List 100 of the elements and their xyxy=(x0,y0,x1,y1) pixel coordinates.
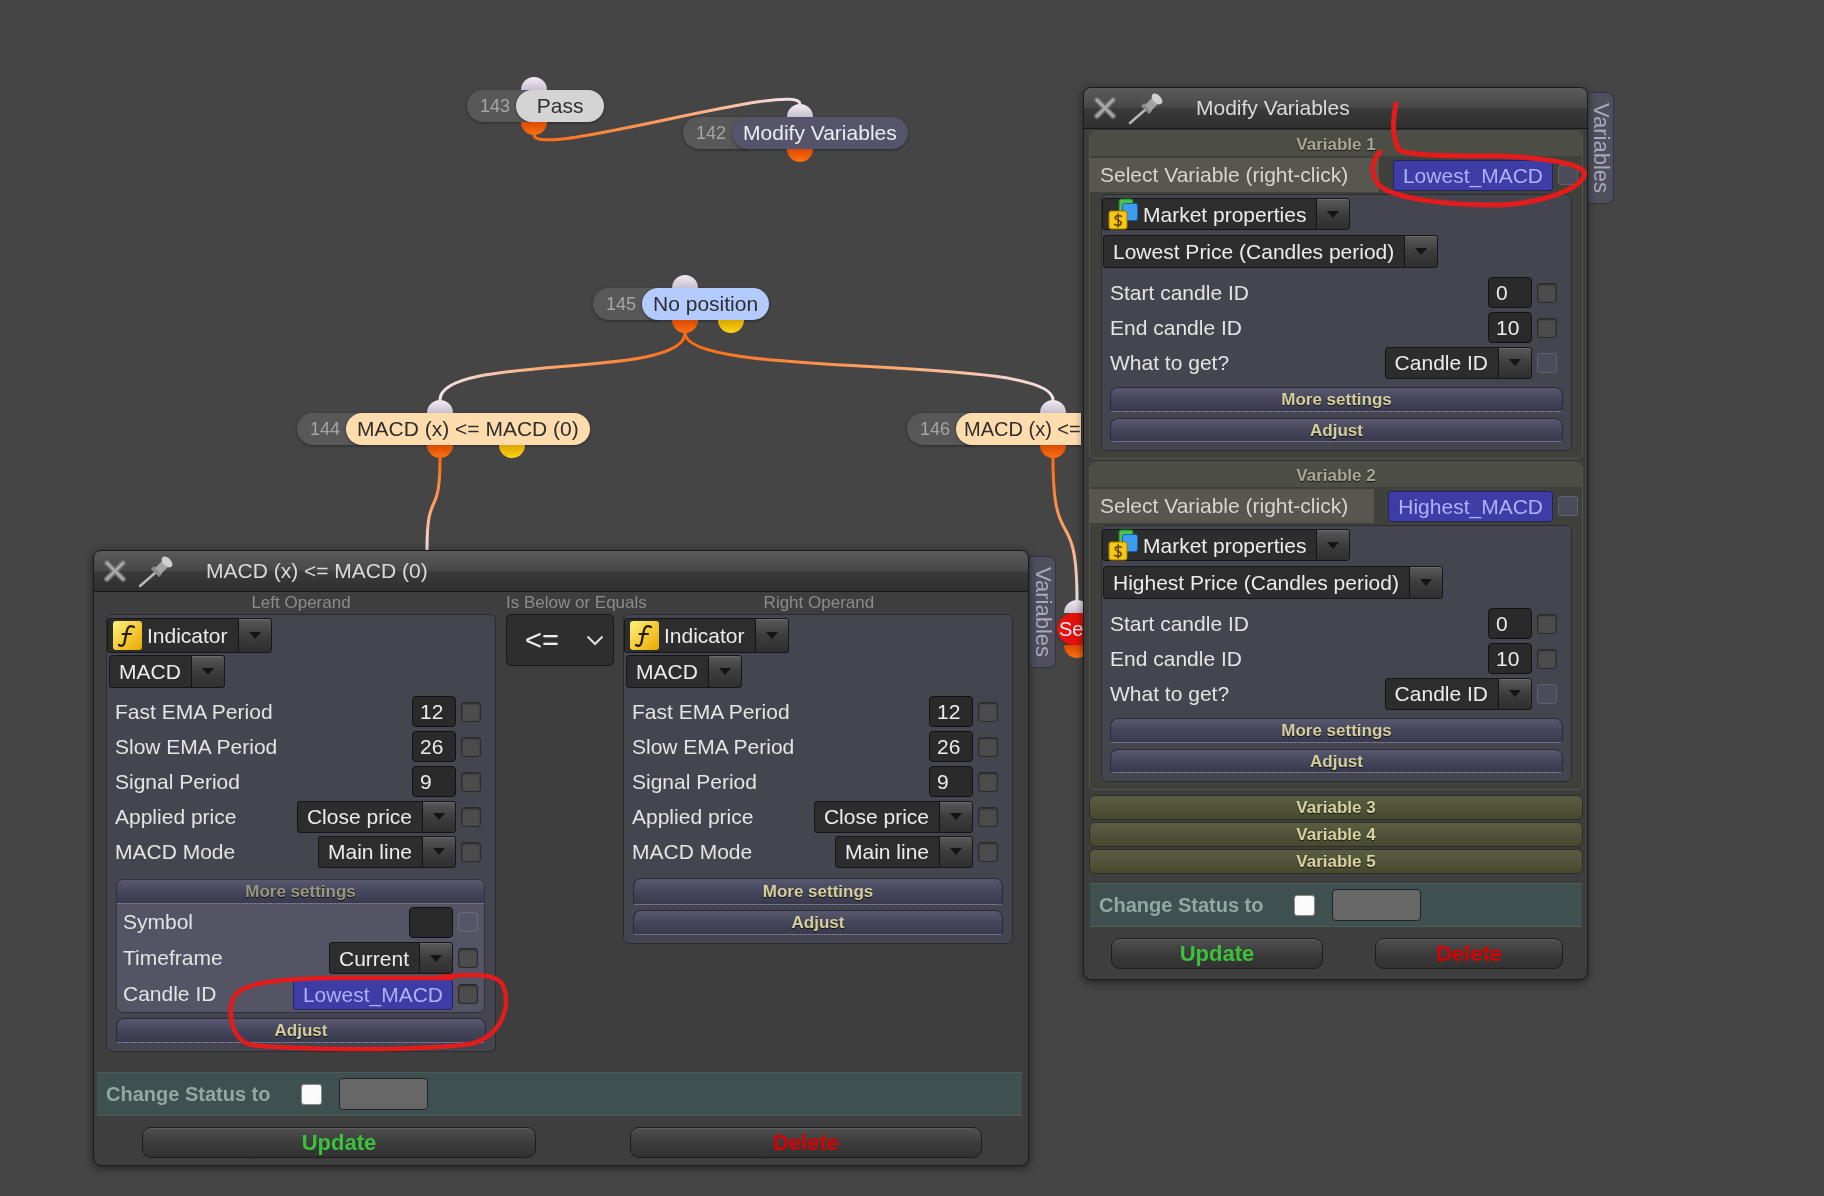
checkbox[interactable] xyxy=(978,771,998,792)
checkbox[interactable] xyxy=(978,701,998,722)
update-button[interactable]: Update xyxy=(1111,938,1323,969)
output-port-icon[interactable] xyxy=(499,445,525,458)
dropdown[interactable]: Main line xyxy=(834,835,973,868)
number-field[interactable]: 26 xyxy=(412,731,456,762)
node-label[interactable]: Modify Variables xyxy=(732,117,908,149)
field-label: What to get? xyxy=(1110,680,1231,707)
node-label[interactable]: Se xyxy=(1057,613,1084,645)
operator-heading: Is Below or Equals xyxy=(506,592,647,614)
caret-icon xyxy=(433,848,445,855)
function-icon xyxy=(113,621,142,650)
checkbox[interactable] xyxy=(1537,648,1557,669)
output-port-icon[interactable] xyxy=(718,320,744,333)
adjust-button[interactable]: Adjust xyxy=(633,910,1003,935)
output-port-icon[interactable] xyxy=(787,149,813,162)
dropdown[interactable]: Close price xyxy=(296,800,456,833)
checkbox[interactable] xyxy=(1294,894,1316,916)
input-port-icon[interactable] xyxy=(521,77,547,90)
field-label: Signal Period xyxy=(115,768,241,795)
variable-header[interactable]: Variable 1 xyxy=(1090,132,1582,156)
number-field[interactable]: 10 xyxy=(1488,643,1532,674)
operand-heading: Right Operand xyxy=(762,592,876,614)
number-field[interactable]: 12 xyxy=(929,696,973,727)
more-settings-button[interactable]: More settings xyxy=(1110,718,1563,743)
input-port-icon[interactable] xyxy=(427,400,453,413)
number-field[interactable]: 12 xyxy=(412,696,456,727)
checkbox[interactable] xyxy=(461,806,481,827)
node-label[interactable]: MACD (x) <= xyxy=(956,413,1081,445)
subtype-dropdown[interactable]: MACD xyxy=(626,655,742,688)
node-label[interactable]: MACD (x) <= MACD (0) xyxy=(346,413,590,445)
caret-icon xyxy=(1509,359,1521,366)
dropdown[interactable]: Candle ID xyxy=(1384,677,1532,710)
number-field[interactable]: 10 xyxy=(1488,312,1532,343)
field-label: Candle ID xyxy=(123,981,218,1007)
dropdown[interactable]: Main line xyxy=(317,835,456,868)
number-field[interactable]: 9 xyxy=(929,766,973,797)
field-label: What to get? xyxy=(1110,349,1231,376)
field-label: Slow EMA Period xyxy=(115,733,279,760)
function-icon xyxy=(630,621,659,650)
checkbox[interactable] xyxy=(458,948,478,968)
more-settings-button[interactable]: More settings xyxy=(1110,387,1563,412)
dropdown[interactable]: Candle ID xyxy=(1384,346,1532,379)
checkbox[interactable] xyxy=(1537,613,1557,634)
output-port-icon[interactable] xyxy=(521,122,547,135)
checkbox[interactable] xyxy=(978,841,998,862)
operator-dropdown[interactable]: <= xyxy=(506,614,614,666)
field-label: Fast EMA Period xyxy=(632,698,791,725)
checkbox[interactable] xyxy=(461,701,481,722)
output-port-icon[interactable] xyxy=(672,320,698,333)
input-port-icon[interactable] xyxy=(787,104,813,117)
close-icon[interactable] xyxy=(102,558,128,584)
adjust-button[interactable]: Adjust xyxy=(116,1018,486,1043)
checkbox[interactable] xyxy=(1537,317,1557,338)
number-field[interactable]: 26 xyxy=(929,731,973,762)
dropdown[interactable]: Close price xyxy=(813,800,973,833)
checkbox[interactable] xyxy=(978,806,998,827)
adjust-button[interactable]: Adjust xyxy=(1110,418,1563,442)
output-port-icon[interactable] xyxy=(427,445,453,458)
input-port-icon[interactable] xyxy=(672,275,698,288)
checkbox[interactable] xyxy=(461,771,481,792)
checkbox[interactable] xyxy=(461,736,481,757)
node-label[interactable]: No position xyxy=(642,288,770,320)
dropdown[interactable]: Current xyxy=(328,942,453,974)
category-dropdown[interactable]: Indicator xyxy=(107,618,272,653)
number-field[interactable]: 0 xyxy=(1488,277,1532,308)
status-field[interactable] xyxy=(339,1078,429,1110)
category-dropdown[interactable]: Market properties xyxy=(1102,529,1351,561)
variable-field[interactable]: Highest_MACD xyxy=(1388,490,1553,522)
more-settings-button[interactable]: More settings xyxy=(633,878,1003,905)
category-dropdown[interactable]: Market properties xyxy=(1102,198,1351,230)
status-label: Change Status to xyxy=(1098,893,1264,917)
variable-header[interactable]: Variable 4 xyxy=(1089,822,1583,847)
caret-icon xyxy=(1415,248,1428,255)
checkbox[interactable] xyxy=(1537,282,1557,303)
field-label: Applied price xyxy=(115,803,238,830)
variable-field[interactable]: Lowest_MACD xyxy=(1392,159,1553,191)
output-port-icon[interactable] xyxy=(1040,445,1066,458)
checkbox[interactable] xyxy=(301,1083,323,1105)
subtype-dropdown[interactable]: MACD xyxy=(109,655,225,688)
category-dropdown[interactable]: Indicator xyxy=(624,618,789,653)
close-icon[interactable] xyxy=(1092,95,1118,121)
update-button[interactable]: Update xyxy=(142,1127,536,1158)
status-field[interactable] xyxy=(1332,889,1422,921)
checkbox[interactable] xyxy=(458,984,478,1004)
variable-header[interactable]: Variable 2 xyxy=(1090,463,1582,487)
variable-field[interactable]: Lowest_MACD xyxy=(292,978,453,1010)
node-label[interactable]: Pass xyxy=(516,90,605,122)
property-dropdown[interactable]: Lowest Price (Candles period) xyxy=(1103,235,1439,268)
number-field[interactable]: 9 xyxy=(412,766,456,797)
caret-icon xyxy=(765,632,778,639)
text-field[interactable] xyxy=(409,906,453,938)
variable-header[interactable]: Variable 3 xyxy=(1089,795,1583,820)
checkbox[interactable] xyxy=(978,736,998,757)
checkbox[interactable] xyxy=(461,841,481,862)
number-field[interactable]: 0 xyxy=(1488,608,1532,639)
variable-header[interactable]: Variable 5 xyxy=(1089,849,1583,874)
property-dropdown[interactable]: Highest Price (Candles period) xyxy=(1103,566,1443,599)
input-port-icon[interactable] xyxy=(1040,400,1066,413)
adjust-button[interactable]: Adjust xyxy=(1110,749,1563,773)
